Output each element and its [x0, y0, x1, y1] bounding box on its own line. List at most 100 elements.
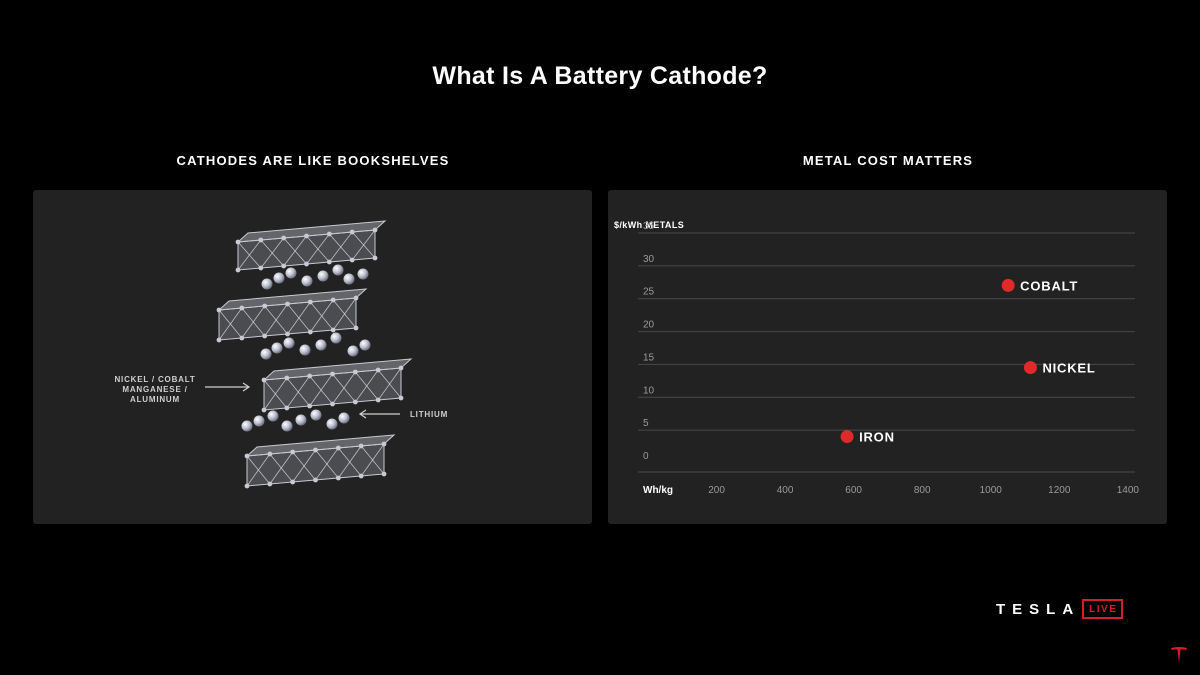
slab-vertex [304, 261, 309, 267]
data-label-iron: IRON [859, 430, 895, 445]
slab-vertex [307, 373, 313, 379]
slab-vertex [261, 407, 267, 413]
lithium-ion [241, 420, 253, 432]
data-point-nickel [1023, 361, 1037, 375]
slab-vertex [216, 337, 222, 343]
slab-vertex [358, 443, 364, 449]
lithium-ion [332, 264, 344, 276]
slab-vertex [335, 475, 341, 481]
slab-vertex [262, 303, 268, 309]
slab-vertex [267, 481, 273, 487]
lithium-ion [359, 339, 371, 351]
left-panel-heading: CATHODES ARE LIKE BOOKSHELVES [176, 153, 450, 168]
lithium-ion [347, 345, 359, 357]
slab-vertex [284, 375, 290, 381]
lithium-row-1 [261, 264, 369, 290]
metals-label: NICKEL / COBALT MANGANESE / ALUMINUM [105, 375, 205, 405]
slab-vertex [244, 483, 250, 489]
slab-vertex [244, 453, 250, 459]
x-tick-label: 400 [777, 485, 794, 496]
y-tick-label: 15 [643, 352, 655, 363]
slab-vertex [330, 401, 335, 407]
slab-vertex [281, 235, 287, 241]
page-title: What Is A Battery Cathode? [432, 62, 768, 90]
x-tick-label: 1000 [980, 485, 1003, 496]
slab-vertex [353, 295, 359, 301]
metal-cost-scatter-chart: $/kWh METALS05101520253035Wh/kg 200 400 600… [614, 220, 1140, 496]
nickel-layer-3 [261, 358, 413, 413]
lithium-ion [273, 272, 285, 284]
lithium-ion [299, 344, 311, 356]
slab-vertex [304, 233, 309, 239]
lithium-row-2 [260, 332, 371, 360]
slab-vertex [290, 449, 296, 455]
slab-vertex [330, 371, 335, 377]
slab-vertex [352, 369, 358, 375]
slab-vertex [235, 267, 241, 273]
slab-vertex [330, 327, 336, 333]
slab-vertex [258, 265, 264, 271]
lithium-row-3 [241, 409, 350, 432]
y-tick-label: 20 [643, 320, 655, 331]
slab-vertex [239, 335, 245, 341]
lithium-ion [310, 409, 322, 421]
data-label-nickel: NICKEL [1042, 361, 1095, 376]
lithium-ion [295, 414, 307, 426]
slab-vertex [330, 297, 336, 303]
nickel-layer-2 [216, 288, 368, 343]
lithium-ion [253, 415, 265, 427]
lithium-ion [317, 270, 329, 282]
slab-vertex [239, 305, 245, 311]
slab-vertex [307, 329, 313, 335]
slab-vertex [372, 255, 378, 261]
lithium-ion [281, 420, 293, 432]
x-tick-label: 600 [845, 485, 862, 496]
slab-vertex [326, 259, 332, 265]
slab-vertex [353, 325, 359, 331]
nickel-layer-4 [244, 434, 396, 489]
slab-vertex [326, 231, 332, 237]
slab-vertex [335, 445, 341, 451]
tesla-live-logo: TESLA LIVE [996, 597, 1124, 621]
lithium-ion [260, 348, 272, 360]
slab-vertex [307, 299, 313, 305]
brand-wordmark: TESLA [996, 600, 1081, 618]
data-point-cobalt [1001, 278, 1015, 292]
live-badge: LIVE [1082, 599, 1124, 619]
y-tick-label: 5 [643, 418, 649, 429]
y-tick-label: 0 [643, 451, 649, 462]
tesla-t-icon [1171, 647, 1187, 663]
x-tick-label: 800 [914, 485, 931, 496]
lithium-ion [261, 278, 273, 290]
slab-vertex [375, 367, 381, 373]
y-tick-label: 25 [643, 287, 655, 298]
slab-vertex [284, 405, 290, 411]
cathode-crystal-illustration [205, 220, 413, 489]
slab-vertex [307, 403, 313, 409]
y-tick-label: 30 [643, 254, 655, 265]
slab-vertex [313, 477, 318, 483]
right-panel-heading: METAL COST MATTERS [802, 153, 974, 168]
slab-vertex [285, 331, 290, 337]
slab-vertex [216, 307, 222, 313]
lithium-label: LITHIUM [410, 410, 449, 419]
metals-label-line-1: NICKEL / COBALT [114, 375, 196, 384]
lithium-ion [338, 412, 350, 424]
slab-vertex [381, 471, 387, 477]
lithium-ion [357, 268, 369, 280]
y-tick-label: 10 [643, 385, 655, 396]
x-tick-label: 200 [708, 485, 725, 496]
slab-vertex [262, 333, 268, 339]
cathode-illustration-panel: NICKEL / COBALT MANGANESE / ALUMINUM LIT… [33, 190, 592, 524]
nickel-layer-1 [235, 220, 387, 273]
x-tick-label: 1400 [1117, 485, 1140, 496]
slab-vertex [258, 237, 264, 243]
slab-vertex [290, 479, 296, 485]
slab-vertex [285, 301, 290, 307]
slab-vertex [349, 257, 355, 263]
slab-vertex [352, 399, 358, 405]
data-point-iron [840, 430, 854, 444]
x-axis-label: Wh/kg [643, 485, 673, 496]
lithium-ion [330, 332, 342, 344]
lithium-ion [283, 337, 295, 349]
